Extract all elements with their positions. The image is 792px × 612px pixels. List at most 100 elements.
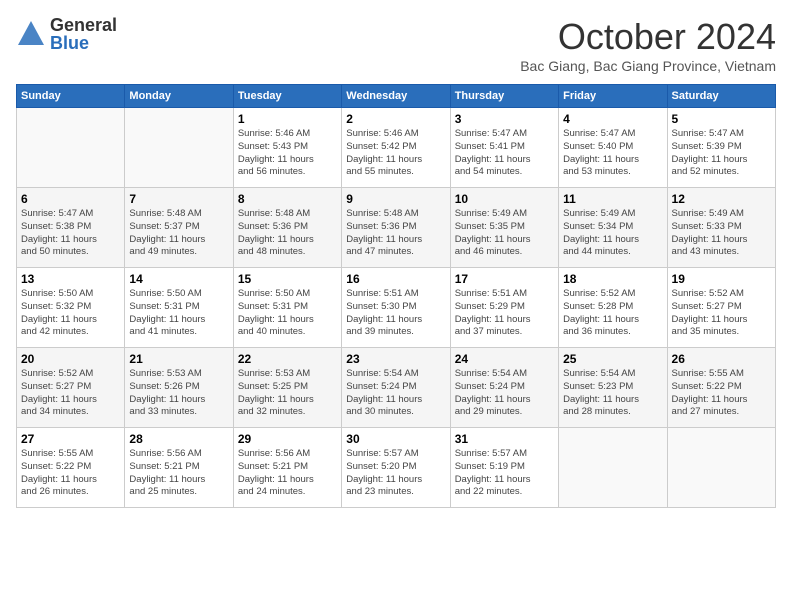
day-number: 13 [21,272,120,286]
day-info: Sunrise: 5:47 AM Sunset: 5:38 PM Dayligh… [21,208,120,259]
day-info: Sunrise: 5:52 AM Sunset: 5:27 PM Dayligh… [672,288,771,339]
day-info: Sunrise: 5:50 AM Sunset: 5:32 PM Dayligh… [21,288,120,339]
header-cell-friday: Friday [559,85,667,108]
day-info: Sunrise: 5:49 AM Sunset: 5:35 PM Dayligh… [455,208,554,259]
day-number: 16 [346,272,445,286]
day-info: Sunrise: 5:48 AM Sunset: 5:36 PM Dayligh… [238,208,337,259]
day-cell: 10 Sunrise: 5:49 AM Sunset: 5:35 PM Dayli… [450,188,558,268]
day-number: 8 [238,192,337,206]
month-title: October 2024 [520,16,776,58]
day-number: 27 [21,432,120,446]
day-number: 20 [21,352,120,366]
day-info: Sunrise: 5:55 AM Sunset: 5:22 PM Dayligh… [21,448,120,499]
day-cell: 3 Sunrise: 5:47 AM Sunset: 5:41 PM Daylig… [450,108,558,188]
day-info: Sunrise: 5:54 AM Sunset: 5:24 PM Dayligh… [455,368,554,419]
day-number: 24 [455,352,554,366]
day-number: 28 [129,432,228,446]
header-cell-monday: Monday [125,85,233,108]
day-cell: 23Sunrise: 5:54 AM Sunset: 5:24 PM Dayli… [342,348,450,428]
day-number: 3 [455,112,554,126]
day-number: 15 [238,272,337,286]
day-number: 19 [672,272,771,286]
day-number: 7 [129,192,228,206]
week-row-1: 1Sunrise: 5:46 AM Sunset: 5:43 PM Daylig… [17,108,776,188]
day-info: Sunrise: 5:54 AM Sunset: 5:24 PM Dayligh… [346,368,445,419]
day-number: 5 [672,112,771,126]
day-number: 1 [238,112,337,126]
day-info: Sunrise: 5:51 AM Sunset: 5:29 PM Dayligh… [455,288,554,339]
day-number: 25 [563,352,662,366]
day-info: Sunrise: 5:50 AM Sunset: 5:31 PM Dayligh… [238,288,337,339]
day-info: Sunrise: 5:53 AM Sunset: 5:25 PM Dayligh… [238,368,337,419]
day-cell: 17 Sunrise: 5:51 AM Sunset: 5:29 PM Dayli… [450,268,558,348]
day-info: Sunrise: 5:48 AM Sunset: 5:37 PM Dayligh… [129,208,228,259]
day-number: 21 [129,352,228,366]
day-number: 9 [346,192,445,206]
day-cell: 21 Sunrise: 5:53 AM Sunset: 5:26 PM Dayli… [125,348,233,428]
day-info: Sunrise: 5:55 AM Sunset: 5:22 PM Dayligh… [672,368,771,419]
page-header: General Blue October 2024 Bac Giang, Bac… [16,16,776,74]
day-info: Sunrise: 5:49 AM Sunset: 5:34 PM Dayligh… [563,208,662,259]
header-cell-saturday: Saturday [667,85,775,108]
header-cell-thursday: Thursday [450,85,558,108]
day-info: Sunrise: 5:47 AM Sunset: 5:39 PM Dayligh… [672,128,771,179]
day-cell: 11Sunrise: 5:49 AM Sunset: 5:34 PM Dayli… [559,188,667,268]
day-cell: 28 Sunrise: 5:56 AM Sunset: 5:21 PM Dayli… [125,428,233,508]
day-cell: 29Sunrise: 5:56 AM Sunset: 5:21 PM Dayli… [233,428,341,508]
day-cell: 24 Sunrise: 5:54 AM Sunset: 5:24 PM Dayli… [450,348,558,428]
day-number: 18 [563,272,662,286]
day-number: 14 [129,272,228,286]
day-info: Sunrise: 5:48 AM Sunset: 5:36 PM Dayligh… [346,208,445,259]
day-cell: 18Sunrise: 5:52 AM Sunset: 5:28 PM Dayli… [559,268,667,348]
logo-blue: Blue [50,34,117,52]
day-cell: 4 Sunrise: 5:47 AM Sunset: 5:40 PM Daylig… [559,108,667,188]
title-section: October 2024 Bac Giang, Bac Giang Provin… [520,16,776,74]
day-cell: 2 Sunrise: 5:46 AM Sunset: 5:42 PM Daylig… [342,108,450,188]
week-row-5: 27 Sunrise: 5:55 AM Sunset: 5:22 PM Dayli… [17,428,776,508]
day-number: 10 [455,192,554,206]
day-cell [559,428,667,508]
calendar-header: SundayMondayTuesdayWednesdayThursdayFrid… [17,85,776,108]
day-info: Sunrise: 5:47 AM Sunset: 5:40 PM Dayligh… [563,128,662,179]
day-number: 30 [346,432,445,446]
day-info: Sunrise: 5:53 AM Sunset: 5:26 PM Dayligh… [129,368,228,419]
day-cell: 26 Sunrise: 5:55 AM Sunset: 5:22 PM Dayli… [667,348,775,428]
day-number: 12 [672,192,771,206]
week-row-3: 13 Sunrise: 5:50 AM Sunset: 5:32 PM Dayli… [17,268,776,348]
day-cell: 16 Sunrise: 5:51 AM Sunset: 5:30 PM Dayli… [342,268,450,348]
day-number: 17 [455,272,554,286]
day-cell: 30Sunrise: 5:57 AM Sunset: 5:20 PM Dayli… [342,428,450,508]
day-cell [125,108,233,188]
logo-text: General Blue [50,16,117,52]
day-cell: 20Sunrise: 5:52 AM Sunset: 5:27 PM Dayli… [17,348,125,428]
day-cell [17,108,125,188]
day-cell: 9 Sunrise: 5:48 AM Sunset: 5:36 PM Daylig… [342,188,450,268]
day-number: 26 [672,352,771,366]
day-info: Sunrise: 5:51 AM Sunset: 5:30 PM Dayligh… [346,288,445,339]
day-cell: 5 Sunrise: 5:47 AM Sunset: 5:39 PM Daylig… [667,108,775,188]
week-row-4: 20Sunrise: 5:52 AM Sunset: 5:27 PM Dayli… [17,348,776,428]
day-number: 31 [455,432,554,446]
day-cell: 14Sunrise: 5:50 AM Sunset: 5:31 PM Dayli… [125,268,233,348]
day-cell: 1Sunrise: 5:46 AM Sunset: 5:43 PM Daylig… [233,108,341,188]
logo: General Blue [16,16,117,52]
day-number: 4 [563,112,662,126]
day-cell: 15 Sunrise: 5:50 AM Sunset: 5:31 PM Dayli… [233,268,341,348]
day-cell: 27 Sunrise: 5:55 AM Sunset: 5:22 PM Dayli… [17,428,125,508]
week-row-2: 6Sunrise: 5:47 AM Sunset: 5:38 PM Daylig… [17,188,776,268]
day-info: Sunrise: 5:54 AM Sunset: 5:23 PM Dayligh… [563,368,662,419]
day-cell: 6Sunrise: 5:47 AM Sunset: 5:38 PM Daylig… [17,188,125,268]
day-info: Sunrise: 5:46 AM Sunset: 5:42 PM Dayligh… [346,128,445,179]
day-cell: 22Sunrise: 5:53 AM Sunset: 5:25 PM Dayli… [233,348,341,428]
day-info: Sunrise: 5:47 AM Sunset: 5:41 PM Dayligh… [455,128,554,179]
day-cell: 31 Sunrise: 5:57 AM Sunset: 5:19 PM Dayli… [450,428,558,508]
day-info: Sunrise: 5:57 AM Sunset: 5:19 PM Dayligh… [455,448,554,499]
header-cell-sunday: Sunday [17,85,125,108]
day-cell: 25 Sunrise: 5:54 AM Sunset: 5:23 PM Dayli… [559,348,667,428]
day-cell: 19 Sunrise: 5:52 AM Sunset: 5:27 PM Dayli… [667,268,775,348]
day-number: 2 [346,112,445,126]
day-info: Sunrise: 5:56 AM Sunset: 5:21 PM Dayligh… [129,448,228,499]
header-row: SundayMondayTuesdayWednesdayThursdayFrid… [17,85,776,108]
day-cell: 8 Sunrise: 5:48 AM Sunset: 5:36 PM Daylig… [233,188,341,268]
day-cell: 12Sunrise: 5:49 AM Sunset: 5:33 PM Dayli… [667,188,775,268]
